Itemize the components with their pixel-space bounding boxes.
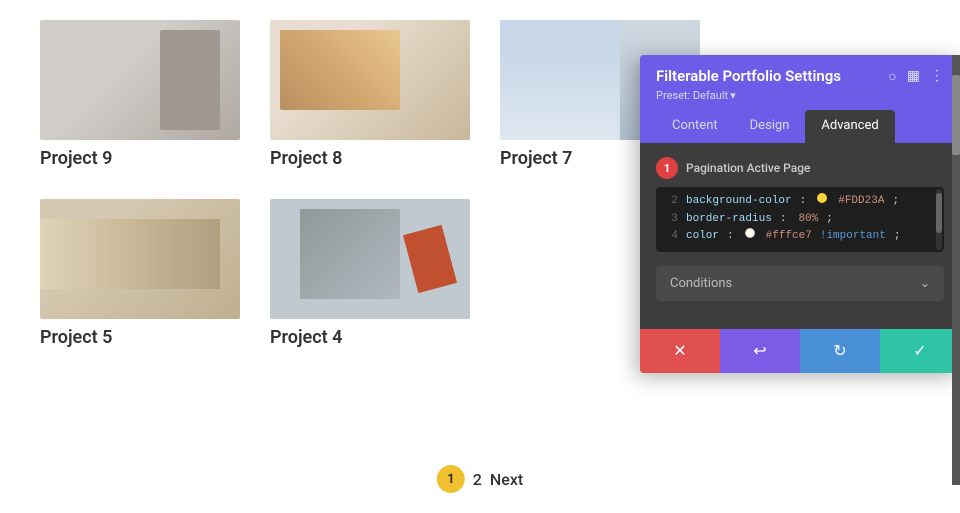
conditions-label: Conditions	[670, 276, 732, 291]
list-item: Project 9	[40, 20, 240, 169]
project-thumbnail	[40, 199, 240, 319]
panel-tabs: Content Design Advanced	[656, 110, 944, 143]
panel-title-row: Filterable Portfolio Settings ○ ▦ ⋮	[656, 67, 944, 85]
project-thumbnail	[270, 20, 470, 140]
action-buttons: ✕ ↩ ↻ ✓	[640, 329, 960, 373]
cancel-button[interactable]: ✕	[640, 329, 720, 373]
code-line-3: 3 border-radius : 80% ;	[664, 211, 936, 229]
project-thumbnail	[40, 20, 240, 140]
chevron-down-icon: ⌄	[920, 276, 930, 290]
panel-scrollbar-thumb	[952, 75, 960, 155]
color-dot-bg	[817, 193, 827, 203]
css-editor-label-row: 1 Pagination Active Page	[656, 157, 944, 179]
page-number-2[interactable]: 2	[473, 470, 482, 489]
preset-arrow: ▾	[730, 89, 736, 102]
more-icon[interactable]: ⋮	[930, 68, 944, 85]
list-item: Project 5	[40, 199, 240, 348]
page-next-link[interactable]: Next	[490, 470, 523, 489]
save-button[interactable]: ✓	[880, 329, 960, 373]
color-dot-color	[745, 228, 755, 238]
css-code-editor[interactable]: 2 background-color : #FDD23A ; 3 border-…	[656, 187, 944, 252]
tab-design[interactable]: Design	[734, 110, 806, 143]
panel-preset[interactable]: Preset: Default ▾	[656, 89, 944, 102]
code-line-2: 2 background-color : #FDD23A ;	[664, 193, 936, 211]
preset-label: Preset: Default	[656, 89, 728, 102]
pagination: 1 2 Next	[437, 465, 523, 493]
panel-scrollbar[interactable]	[952, 55, 960, 485]
list-item: Project 8	[270, 20, 470, 169]
panel-body: 1 Pagination Active Page 2 background-co…	[640, 143, 960, 329]
active-page-badge[interactable]: 1	[437, 465, 465, 493]
undo-button[interactable]: ↩	[720, 329, 800, 373]
grid-icon[interactable]: ▦	[907, 68, 920, 85]
css-editor-label: Pagination Active Page	[686, 161, 810, 175]
project-label: Project 4	[270, 327, 470, 348]
project-label: Project 9	[40, 148, 240, 169]
panel-header-icons: ○ ▦ ⋮	[888, 68, 944, 85]
project-label: Project 5	[40, 327, 240, 348]
circle-icon[interactable]: ○	[888, 68, 896, 85]
panel-header: Filterable Portfolio Settings ○ ▦ ⋮ Pres…	[640, 55, 960, 143]
code-scrollbar[interactable]	[936, 189, 942, 250]
project-label: Project 8	[270, 148, 470, 169]
project-thumbnail	[270, 199, 470, 319]
code-scrollbar-thumb	[936, 193, 942, 233]
tab-content[interactable]: Content	[656, 110, 734, 143]
conditions-section[interactable]: Conditions ⌄	[656, 266, 944, 301]
tab-advanced[interactable]: Advanced	[805, 110, 894, 143]
list-item: Project 4	[270, 199, 470, 348]
code-line-4: 4 color : #fffce7 !important ;	[664, 228, 936, 246]
redo-button[interactable]: ↻	[800, 329, 880, 373]
panel-title: Filterable Portfolio Settings	[656, 67, 841, 85]
settings-panel: Filterable Portfolio Settings ○ ▦ ⋮ Pres…	[640, 55, 960, 373]
css-section-badge: 1	[656, 157, 678, 179]
